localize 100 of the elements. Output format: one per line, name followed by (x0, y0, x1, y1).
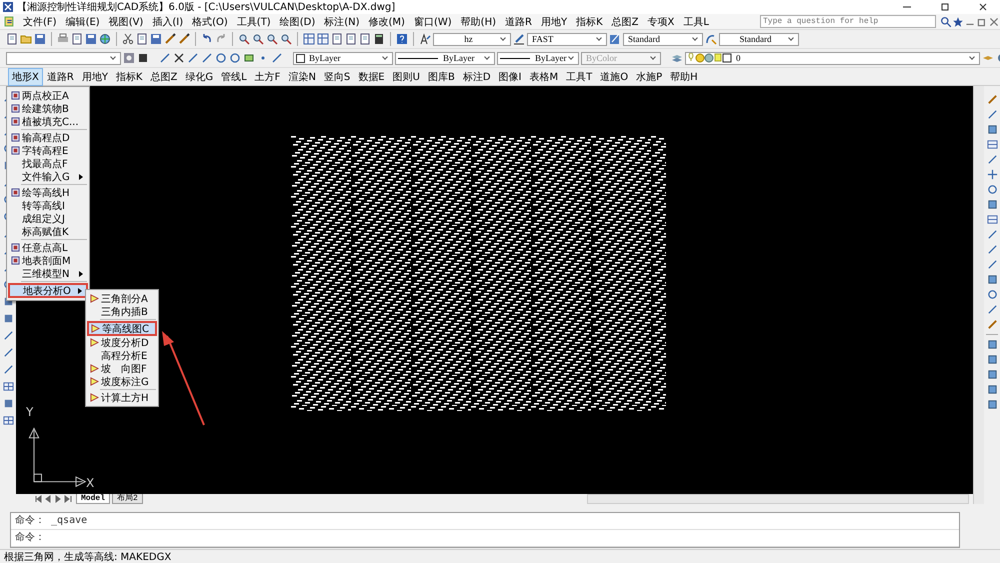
rotate-icon[interactable] (986, 184, 998, 195)
ribbon-tab[interactable]: 表格M (525, 68, 562, 86)
ribbon-tab[interactable]: 图像I (494, 68, 526, 86)
menu-item[interactable]: 坡 向图F (87, 362, 157, 375)
block-icon[interactable] (986, 369, 998, 380)
folder-icon[interactable] (20, 33, 32, 45)
menu-item[interactable]: 标注(N) (320, 14, 365, 28)
circle-icon[interactable] (215, 52, 227, 64)
block-icon[interactable] (986, 384, 998, 395)
block-icon[interactable] (986, 124, 998, 135)
table-icon[interactable] (986, 214, 998, 225)
ribbon-tab[interactable]: 标注D (458, 68, 495, 86)
ribbon-tab[interactable]: 道施O (596, 68, 632, 86)
ribbon-tab[interactable]: 数据E (354, 68, 389, 86)
menu-item[interactable]: 帮助(H) (456, 14, 501, 28)
ribbon-tab[interactable]: 渲染N (284, 68, 320, 86)
ribbon-tab[interactable]: 绿化G (181, 68, 218, 86)
menu-item[interactable]: 总图Z (608, 14, 644, 28)
layer-dropdown[interactable]: 0 (685, 52, 980, 64)
horizontal-scrollbar[interactable] (587, 494, 969, 504)
menu-item[interactable]: 工具L (679, 14, 714, 28)
scissors-icon[interactable] (122, 33, 134, 45)
menu-item[interactable]: 绘图(D) (276, 14, 320, 28)
table-icon[interactable] (2, 415, 14, 426)
ribbon-tab[interactable]: 图库B (424, 68, 459, 86)
table-icon[interactable] (986, 139, 998, 150)
grid-icon[interactable] (303, 33, 315, 45)
block-icon[interactable] (137, 52, 149, 64)
ribbon-tab[interactable]: 工具T (562, 68, 596, 86)
block-icon[interactable] (986, 274, 998, 285)
block-icon[interactable] (986, 199, 998, 210)
table-icon[interactable] (2, 381, 14, 392)
layers-icon[interactable] (671, 52, 683, 64)
linetype-dropdown[interactable]: ByLayer (395, 52, 495, 64)
menu-item[interactable]: 坡度标注G (87, 375, 157, 388)
menu-item[interactable]: 任意点高L (8, 241, 88, 254)
menu-item[interactable]: 指标K (572, 14, 608, 28)
layout-tab[interactable]: Model (76, 494, 110, 504)
ribbon-tab[interactable]: 图则U (388, 68, 424, 86)
ribbon-tab[interactable]: 竖向S (320, 68, 354, 86)
workspace-dropdown[interactable] (6, 52, 121, 64)
line-icon[interactable] (271, 52, 283, 64)
menu-item[interactable]: 高程分析E (87, 349, 157, 362)
color-dropdown[interactable]: ByLayer (293, 52, 393, 64)
menu-item[interactable]: 等高线图C (87, 321, 157, 336)
menu-item[interactable]: 修改(M) (364, 14, 410, 28)
ribbon-tab[interactable]: 地形X (8, 68, 43, 86)
ribbon-tab[interactable]: 道路R (42, 68, 78, 86)
menu-item[interactable]: 视图(V) (104, 14, 148, 28)
menu-item[interactable]: 工具(T) (232, 14, 276, 28)
block-icon[interactable] (986, 399, 998, 410)
ribbon-tab[interactable]: 指标K (112, 68, 146, 86)
dimension-style-dropdown[interactable]: Standard (623, 32, 703, 46)
line-icon[interactable] (201, 52, 213, 64)
vertical-scrollbar[interactable] (973, 86, 984, 504)
dimension-style-icon[interactable] (609, 33, 621, 45)
ribbon-tab[interactable]: 用地Y (78, 68, 112, 86)
line-tool-icon[interactable] (2, 330, 14, 341)
layout-tab[interactable]: 布局2 (112, 494, 143, 504)
block-icon[interactable] (986, 339, 998, 350)
ribbon-tab[interactable]: 总图Z (146, 68, 182, 86)
menu-item[interactable]: 输高程点D (8, 131, 88, 144)
menu-item[interactable]: 植被填充C... (8, 115, 88, 128)
maximize-icon[interactable] (940, 2, 950, 12)
ribbon-tab[interactable]: 土方F (250, 68, 284, 86)
line-icon[interactable] (187, 52, 199, 64)
line-tool-icon[interactable] (986, 154, 998, 165)
zoom-icon[interactable] (238, 33, 250, 45)
search-icon[interactable] (940, 16, 952, 28)
line-tool-icon[interactable] (986, 244, 998, 255)
rotate-icon[interactable] (986, 289, 998, 300)
menu-item[interactable]: 文件(F) (19, 14, 62, 28)
printer-icon[interactable] (57, 33, 69, 45)
menu-item[interactable]: 绘等高线H (8, 186, 88, 199)
calc-icon[interactable] (373, 33, 385, 45)
text-style-icon[interactable] (419, 33, 431, 45)
menu-item[interactable]: 三角剖分A (87, 292, 157, 305)
menu-item[interactable]: 专项X (643, 14, 680, 28)
menu-item[interactable]: 用地Y (536, 14, 572, 28)
menu-item[interactable]: 地表分析O (8, 283, 88, 298)
menu-item[interactable]: 插入(I) (148, 14, 188, 28)
line-icon[interactable] (159, 52, 171, 64)
grid-icon[interactable] (317, 33, 329, 45)
close-icon[interactable] (978, 2, 988, 12)
zoom-icon[interactable] (252, 33, 264, 45)
move-icon[interactable] (986, 169, 998, 180)
ribbon-tab[interactable]: 管线L (217, 68, 251, 86)
brush-icon[interactable] (164, 33, 176, 45)
table-style-dropdown[interactable]: Standard (719, 32, 799, 46)
text-style-dropdown[interactable]: hz (433, 32, 511, 46)
linetype-scale-dropdown[interactable]: FAST (527, 32, 607, 46)
menu-item[interactable]: 道路R (501, 14, 537, 28)
menu-item[interactable]: 格式(O) (188, 14, 233, 28)
menu-item[interactable]: 三角内插B (87, 305, 157, 318)
cross-icon[interactable] (173, 52, 185, 64)
menu-item[interactable]: 编辑(E) (62, 14, 105, 28)
star-icon[interactable] (952, 16, 964, 28)
line-tool-icon[interactable] (986, 259, 998, 270)
circle-icon[interactable] (229, 52, 241, 64)
menu-item[interactable]: 窗口(W) (410, 14, 457, 28)
